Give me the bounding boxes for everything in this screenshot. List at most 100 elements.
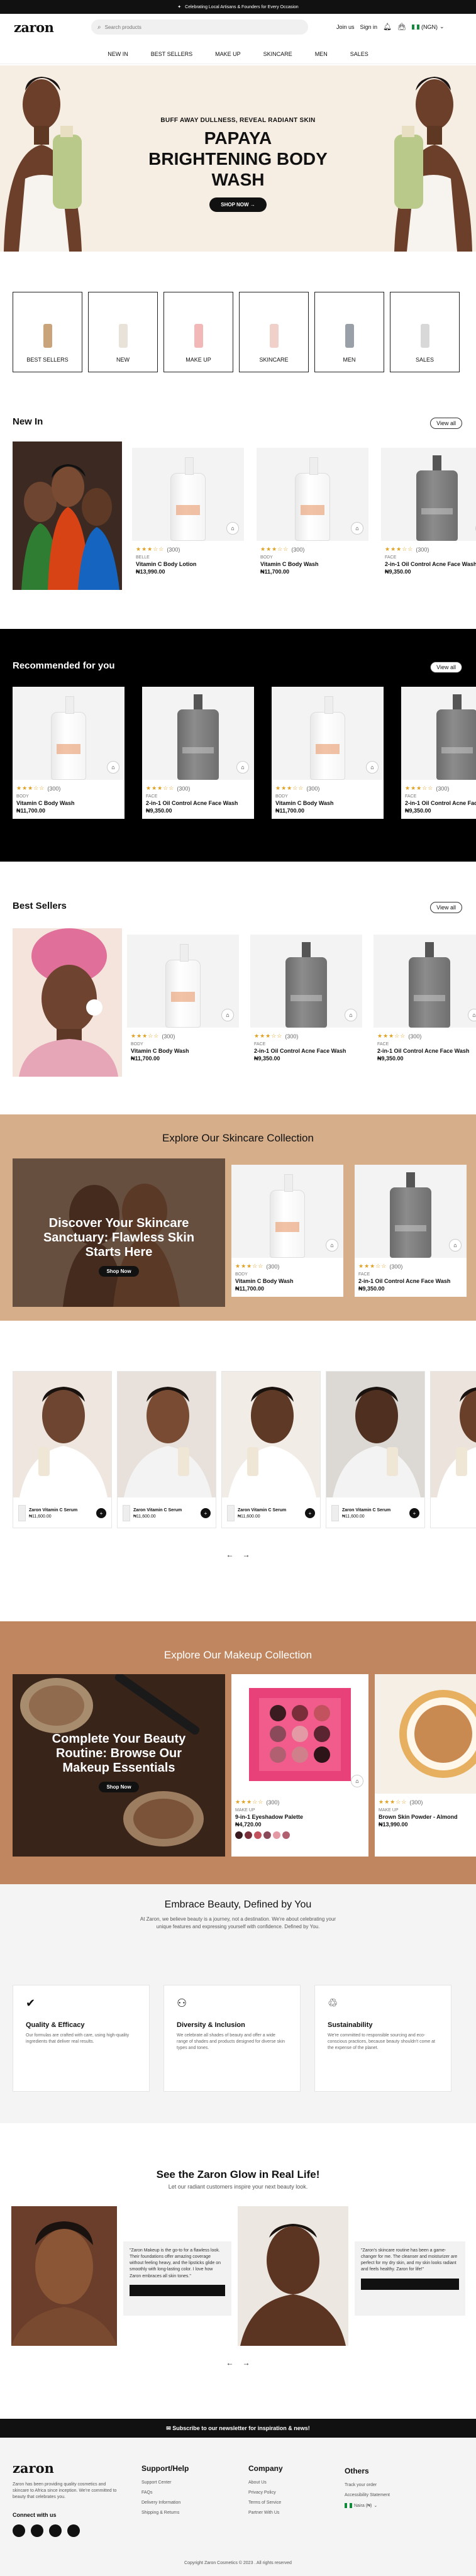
logo[interactable]: zaron	[14, 19, 54, 35]
product-card[interactable]: ⌂ ★★★☆☆ (300) BODY Vitamin C Body Wash ₦11,70…	[13, 687, 125, 819]
carousel-prev-button[interactable]: ←	[226, 2358, 234, 2367]
product-name[interactable]: 2-in-1 Oil Control Acne Face Wash	[405, 800, 476, 806]
product-name[interactable]: Vitamin C Body Wash	[260, 561, 365, 567]
nav-item[interactable]: SALES	[350, 51, 368, 57]
category-tile[interactable]: MAKE UP	[163, 292, 233, 372]
product-card[interactable]: ⌂★★★☆☆(300)FACE2-in-1 Oil Control Acne F…	[250, 935, 362, 1062]
search-input[interactable]	[104, 24, 294, 30]
video-card[interactable]	[430, 1371, 476, 1528]
shade-swatch[interactable]	[245, 1831, 252, 1839]
instagram-icon[interactable]	[31, 2524, 43, 2537]
shade-swatch[interactable]	[282, 1831, 290, 1839]
product-card[interactable]: ⌂ ★★★☆☆(300) MAKE UPBrown Skin Powder - Al…	[375, 1674, 476, 1857]
category-tile[interactable]: NEW	[88, 292, 158, 372]
carousel-next-button[interactable]: →	[243, 1550, 250, 1559]
shade-swatch[interactable]	[254, 1831, 262, 1839]
video-thumbnail[interactable]	[326, 1372, 424, 1497]
product-card[interactable]: ⌂ ★★★☆☆ (300) BODY Vitamin C Body Wash ₦11,70…	[257, 448, 368, 575]
add-to-bag-icon[interactable]: ⌂	[345, 1009, 357, 1021]
footer-logo[interactable]: zaron	[13, 2460, 54, 2476]
video-card[interactable]: Zaron Vitamin C Serum ₦11,600.00 +	[221, 1371, 321, 1528]
signin-link[interactable]: Sign in	[360, 24, 378, 30]
skincare-banner[interactable]: Discover Your Skincare Sanctuary: Flawle…	[13, 1158, 225, 1307]
carousel-next-button[interactable]: →	[243, 2358, 250, 2367]
product-name[interactable]: Vitamin C Body Wash	[131, 1048, 235, 1054]
footer-link[interactable]: Partner With Us	[248, 2511, 283, 2515]
category-tile[interactable]: BEST SELLERS	[13, 292, 82, 372]
add-to-bag-icon[interactable]: ⌂	[226, 522, 239, 535]
product-card[interactable]: ⌂★★★☆☆(300)FACE2-in-1 Oil Control Acne F…	[381, 448, 476, 575]
shade-swatch[interactable]	[263, 1831, 271, 1839]
bell-icon[interactable]: 🔔︎	[383, 23, 392, 31]
footer-link[interactable]: Shipping & Returns	[141, 2511, 189, 2515]
nav-item[interactable]: MEN	[315, 51, 328, 57]
add-to-bag-icon[interactable]: ⌂	[351, 522, 363, 535]
video-thumbnail[interactable]	[118, 1372, 216, 1497]
currency-selector[interactable]: (NGN) ⌄	[412, 23, 445, 30]
product-name[interactable]: 2-in-1 Oil Control Acne Face Wash	[385, 561, 476, 567]
product-name[interactable]: 2-in-1 Oil Control Acne Face Wash	[358, 1278, 463, 1284]
product-name[interactable]: Vitamin C Body Wash	[275, 800, 380, 806]
shade-swatch[interactable]	[235, 1831, 243, 1839]
video-product-name[interactable]: Zaron Vitamin C Serum	[238, 1508, 302, 1513]
footer-link[interactable]: About Us	[248, 2480, 283, 2485]
product-name[interactable]: 2-in-1 Oil Control Acne Face Wash	[377, 1048, 476, 1054]
nav-item[interactable]: MAKE UP	[215, 51, 241, 57]
makeup-shop-button[interactable]: Shop Now	[99, 1782, 139, 1792]
product-card[interactable]: ⌂★★★☆☆(300)FACE2-in-1 Oil Control Acne F…	[401, 687, 476, 819]
product-card[interactable]: ⌂★★★☆☆(300)FACE2-in-1 Oil Control Acne F…	[142, 687, 254, 819]
add-to-bag-icon[interactable]: +	[96, 1508, 106, 1518]
video-product-name[interactable]: Zaron Vitamin C Serum	[29, 1508, 93, 1513]
add-to-bag-icon[interactable]: ⌂	[236, 761, 249, 774]
nav-item[interactable]: NEW IN	[108, 51, 128, 57]
category-tile[interactable]: SALES	[390, 292, 460, 372]
facebook-icon[interactable]	[13, 2524, 25, 2537]
view-all-button[interactable]: View all	[430, 418, 462, 429]
bag-icon[interactable]: 👜︎	[397, 23, 406, 31]
video-thumbnail[interactable]	[222, 1372, 320, 1497]
product-name[interactable]: Vitamin C Body Lotion	[136, 561, 240, 567]
nav-item[interactable]: BEST SELLERS	[151, 51, 192, 57]
add-to-bag-icon[interactable]: ⌂	[351, 1775, 363, 1787]
add-to-bag-icon[interactable]: ⌂	[468, 1009, 476, 1021]
twitter-icon[interactable]	[49, 2524, 62, 2537]
skincare-shop-button[interactable]: Shop Now	[99, 1266, 139, 1277]
tiktok-icon[interactable]	[67, 2524, 80, 2537]
footer-link[interactable]: Track your order	[345, 2483, 390, 2487]
footer-currency-selector[interactable]: Naira (₦) ⌄	[345, 2503, 390, 2508]
product-name[interactable]: 2-in-1 Oil Control Acne Face Wash	[254, 1048, 358, 1054]
video-product-name[interactable]: Zaron Vitamin C Serum	[133, 1508, 197, 1513]
footer-link[interactable]: Delivery Information	[141, 2501, 189, 2505]
product-name[interactable]: Vitamin C Body Wash	[235, 1278, 340, 1284]
product-card[interactable]: ⌂★★★☆☆(300)FACE2-in-1 Oil Control Acne F…	[374, 935, 476, 1062]
product-name[interactable]: Brown Skin Powder - Almond	[379, 1814, 476, 1820]
footer-link[interactable]: Accessibility Statement	[345, 2493, 390, 2497]
product-name[interactable]: 2-in-1 Oil Control Acne Face Wash	[146, 800, 250, 806]
video-card[interactable]: Zaron Vitamin C Serum ₦11,600.00 +	[326, 1371, 425, 1528]
footer-link[interactable]: Terms of Service	[248, 2501, 283, 2505]
product-name[interactable]: 9-in-1 Eyeshadow Palette	[235, 1814, 365, 1820]
add-to-bag-icon[interactable]: ⌂	[107, 761, 119, 774]
newsletter-bar[interactable]: ✉ Subscribe to our newsletter for inspir…	[0, 2419, 476, 2438]
product-name[interactable]: Vitamin C Body Wash	[16, 800, 121, 806]
add-to-bag-icon[interactable]: +	[201, 1508, 211, 1518]
carousel-prev-button[interactable]: ←	[226, 1550, 234, 1559]
newsletter-text[interactable]: ✉ Subscribe to our newsletter for inspir…	[0, 2419, 476, 2438]
footer-link[interactable]: Privacy Policy	[248, 2490, 283, 2495]
product-card[interactable]: ⌂ ★★★☆☆ (300) MAKE UP 9-in-1 Eyeshadow Palet…	[231, 1674, 368, 1857]
view-all-button[interactable]: View all	[430, 662, 462, 673]
add-to-bag-icon[interactable]: ⌂	[326, 1239, 338, 1252]
add-to-bag-icon[interactable]: ⌂	[366, 761, 379, 774]
product-card[interactable]: ⌂ ★★★☆☆ (300) BODY Vitamin C Body Wash ₦11,70…	[272, 687, 384, 819]
hero-shop-button[interactable]: SHOP NOW →	[209, 197, 267, 212]
category-tile[interactable]: SKINCARE	[239, 292, 309, 372]
category-tile[interactable]: MEN	[314, 292, 384, 372]
video-card[interactable]: Zaron Vitamin C Serum ₦11,600.00 +	[13, 1371, 112, 1528]
footer-link[interactable]: Support Center	[141, 2480, 189, 2485]
search-bar[interactable]: ⌕	[91, 19, 308, 35]
add-to-bag-icon[interactable]: ⌂	[449, 1239, 462, 1252]
view-all-button[interactable]: View all	[430, 902, 462, 913]
footer-link[interactable]: FAQs	[141, 2490, 189, 2495]
video-thumbnail[interactable]	[13, 1372, 111, 1497]
add-to-bag-icon[interactable]: +	[305, 1508, 315, 1518]
